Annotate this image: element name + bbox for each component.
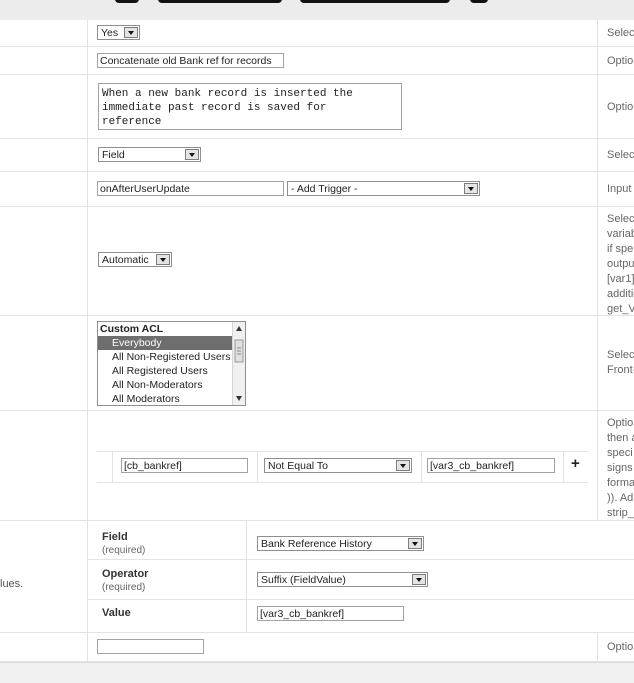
scroll-up-arrow-icon[interactable] <box>236 326 242 331</box>
chevron-down-icon <box>464 183 478 194</box>
row-description-line: then a <box>607 432 634 444</box>
textarea-line: reference <box>102 116 162 128</box>
row-description: Selec <box>607 149 634 161</box>
row-description-line: signs <box>607 462 633 474</box>
field-required: (required) <box>102 545 146 556</box>
condition-operator-value: Not Equal To <box>268 460 328 472</box>
row-left-text: lues. <box>0 578 24 590</box>
access-listbox[interactable]: Custom ACL Everybody All Non-Registered … <box>97 321 246 406</box>
row-access: Custom ACL Everybody All Non-Registered … <box>0 316 634 411</box>
chevron-down-icon <box>408 538 422 549</box>
scrollbar-graphics <box>234 326 244 401</box>
listbox-group-label: Custom ACL <box>100 323 164 335</box>
row-description-line: outpu <box>607 258 634 270</box>
chevron-down-icon <box>412 574 426 585</box>
chevron-down-icon <box>185 149 199 160</box>
chevron-down-icon <box>156 254 170 265</box>
condition-field-input[interactable]: [cb_bankref] <box>121 458 248 473</box>
trigger-input[interactable]: onAfterUserUpdate <box>97 181 284 196</box>
header-text-fragment <box>300 0 450 3</box>
type-select[interactable]: Field <box>98 147 201 162</box>
row-description-line: variab <box>607 228 634 240</box>
row-description-line: get_V <box>607 303 634 315</box>
condition-operator-select[interactable]: Not Equal To <box>264 458 412 473</box>
row-description-line: Selec <box>607 349 634 361</box>
add-trigger-value: - Add Trigger - <box>291 183 358 195</box>
value-label: Value <box>102 607 131 619</box>
action-field-select[interactable]: Bank Reference History <box>257 536 424 551</box>
listbox-option[interactable]: All Non-Moderators <box>98 378 245 392</box>
listbox-option[interactable]: All Registered Users <box>98 364 245 378</box>
row-enabled: Yes Selec <box>0 20 634 47</box>
operator-required: (required) <box>102 582 146 593</box>
row-description-line: forma <box>607 477 634 489</box>
row-description-line: strip_ <box>607 507 634 519</box>
enabled-select-value: Yes <box>101 27 119 39</box>
action-operator-select[interactable]: Suffix (FieldValue) <box>257 572 428 587</box>
last-input[interactable] <box>97 639 204 654</box>
row-description: Input <box>607 183 632 195</box>
description-textarea[interactable]: When a new bank record is inserted the i… <box>98 83 402 130</box>
row-description-line: additio <box>607 288 634 300</box>
row-type: Field Selec <box>0 139 634 172</box>
condition-value-input[interactable]: [var3_cb_bankref] <box>427 458 555 473</box>
row-description-line: if spe <box>607 243 634 255</box>
user-select[interactable]: Automatic <box>98 252 172 267</box>
row-description: Optior <box>607 101 634 113</box>
field-label: Field <box>102 531 128 543</box>
user-select-value: Automatic <box>102 254 149 266</box>
action-field-value: Bank Reference History <box>261 538 372 550</box>
header-text-fragment <box>115 0 139 3</box>
row-description: Optior <box>607 55 634 67</box>
row-description: Optior <box>607 641 634 653</box>
listbox-option[interactable]: Everybody <box>98 336 245 350</box>
page-header-strip <box>0 0 634 20</box>
row-description-line: Optior <box>607 417 634 429</box>
textarea-line: immediate past record is saved for <box>102 102 327 114</box>
row-user: Automatic Selec variab if spe outpu [var… <box>0 207 634 316</box>
add-condition-icon[interactable]: + <box>571 455 580 472</box>
scroll-down-arrow-icon[interactable] <box>236 396 242 401</box>
header-text-fragment <box>470 0 488 3</box>
row-description-line: speci <box>607 447 633 459</box>
page-footer-strip <box>0 662 634 683</box>
row-trigger: onAfterUserUpdate - Add Trigger - Input <box>0 172 634 207</box>
row-conditions: [cb_bankref] Not Equal To [var3_cb_bankr… <box>0 411 634 521</box>
action-params: Field (required) Bank Reference History … <box>88 521 634 632</box>
textarea-line: When a new bank record is inserted the <box>102 88 353 100</box>
row-description-line: Selec <box>607 213 634 225</box>
row-description-line: Front- <box>607 364 634 376</box>
type-select-value: Field <box>102 149 125 161</box>
enabled-select[interactable]: Yes <box>97 25 140 40</box>
row-description-field: When a new bank record is inserted the i… <box>0 75 634 139</box>
add-trigger-select[interactable]: - Add Trigger - <box>287 181 480 196</box>
chevron-down-icon <box>124 27 138 38</box>
row-description-line: )). Ad <box>607 492 634 504</box>
row-description: Selec <box>607 27 634 39</box>
listbox-scrollbar[interactable] <box>232 322 245 405</box>
listbox-option[interactable]: All Non-Registered Users <box>98 350 245 364</box>
condition-row: [cb_bankref] Not Equal To [var3_cb_bankr… <box>97 451 588 483</box>
listbox-option[interactable]: All Moderators <box>98 392 245 405</box>
title-input[interactable]: Concatenate old Bank ref for records <box>97 53 284 68</box>
chevron-down-icon <box>396 460 410 471</box>
header-text-fragment <box>158 0 282 3</box>
action-value-input[interactable]: [var3_cb_bankref] <box>257 606 404 621</box>
row-last: Optior <box>0 633 634 662</box>
action-operator-value: Suffix (FieldValue) <box>261 574 346 586</box>
operator-label: Operator <box>102 568 149 580</box>
row-description-line: [var1] <box>607 273 634 285</box>
row-title: Concatenate old Bank ref for records Opt… <box>0 47 634 75</box>
row-action: lues. Field (required) Bank Reference Hi… <box>0 521 634 633</box>
